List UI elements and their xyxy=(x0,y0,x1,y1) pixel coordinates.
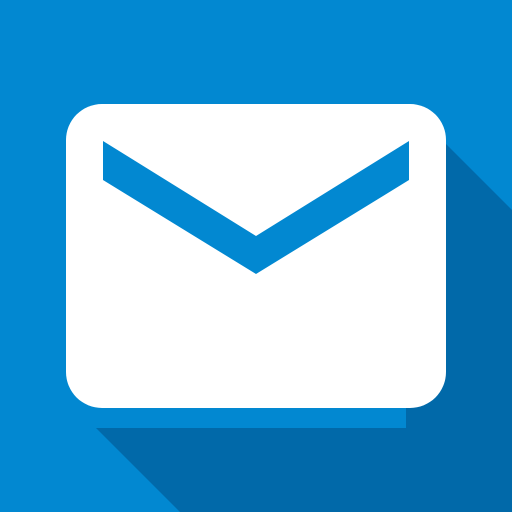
mail-envelope-icon xyxy=(0,0,512,512)
app-icon xyxy=(0,0,512,512)
